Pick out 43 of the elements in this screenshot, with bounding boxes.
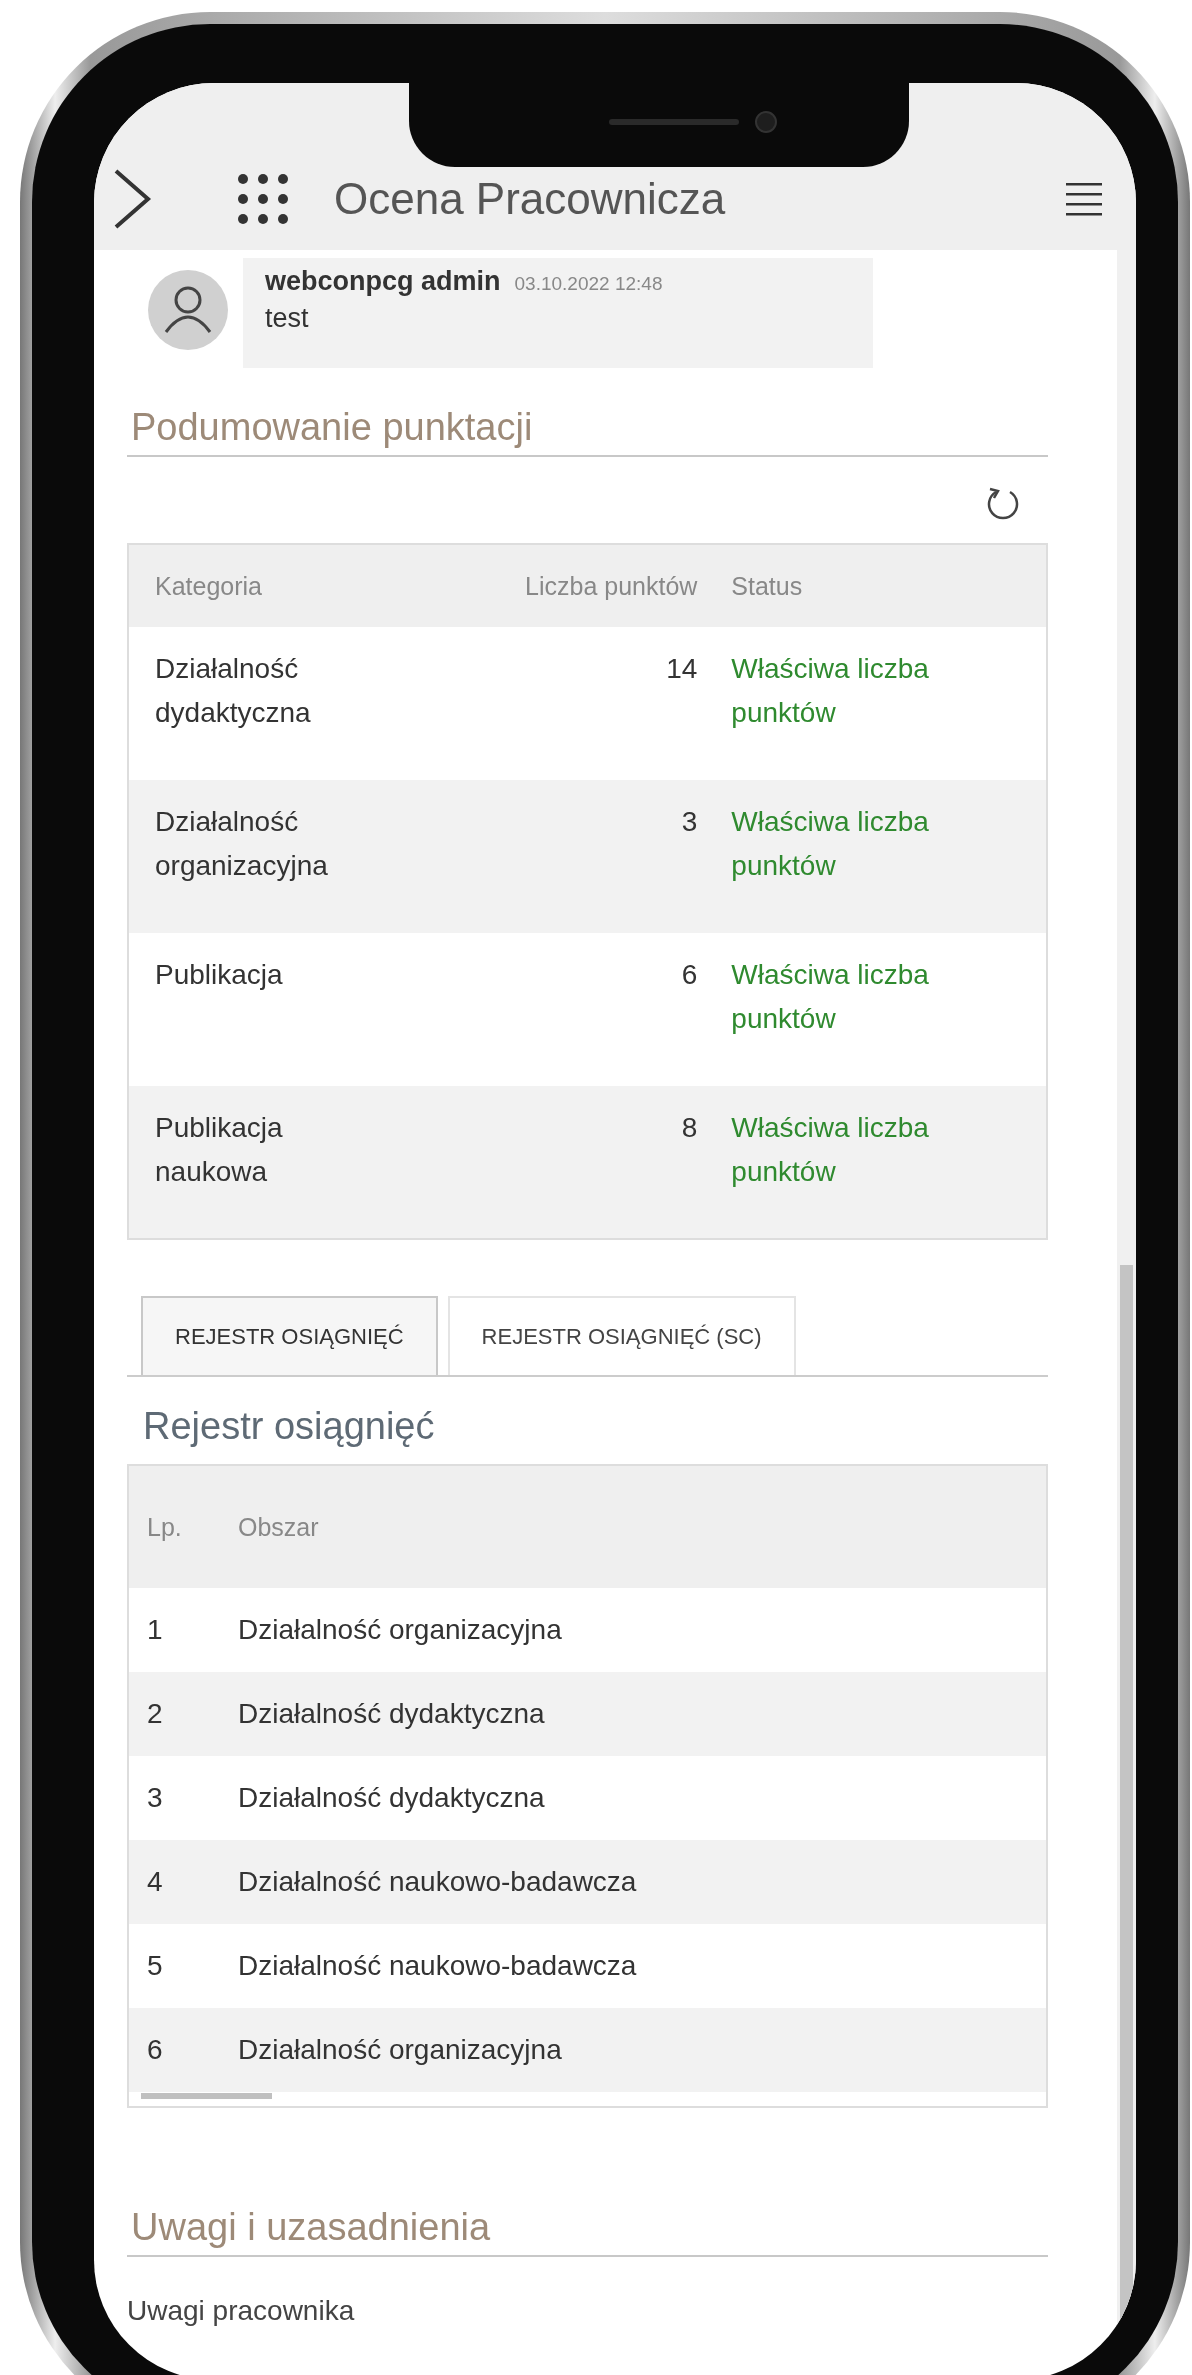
table-cell: 5 [147,1950,163,1981]
table-cell: Działalność naukowo-badawcza [238,1866,637,1897]
column-header: Lp. [147,1512,182,1541]
table-cell: 6 [147,2034,163,2065]
status-text: Właściwa liczba punktów [731,958,930,1036]
tab[interactable]: REJESTR OSIĄGNIĘĆ (SC) [447,1296,796,1375]
column-header: Status [731,571,803,600]
table-cell: 1 [147,1614,163,1645]
field-label: Uwagi pracownika [127,2295,355,2327]
column-header: Obszar [238,1512,319,1541]
status-text: Właściwa liczba punktów [731,652,930,730]
status-text: Właściwa liczba punktów [731,805,930,883]
table-cell: Działalność organizacyjna [238,1614,562,1645]
column-header: Liczba punktów [525,571,698,600]
section-title: Podumowanie punktacji [130,406,533,449]
column-header: Kategoria [155,571,263,601]
table-cell: 3 [681,806,698,837]
comment-text: test [265,303,309,334]
table-cell: Działalność dydaktyczna [238,1698,545,1729]
table-cell: Działalność organizacyjna [238,2034,562,2065]
section-title: Rejestr osiągnięć [143,1405,435,1448]
tab[interactable]: REJESTR OSIĄGNIĘĆ [141,1296,438,1375]
app-title: Ocena Pracownicza [334,174,726,224]
table-cell: 3 [147,1782,163,1813]
table-cell-text: Publikacja naukowa [155,1111,284,1189]
table-cell: Działalność dydaktyczna [238,1782,545,1813]
scrollbar-thumb[interactable] [141,2093,272,2099]
section-title: Uwagi i uzasadnienia [130,2206,491,2249]
avatar-icon [148,270,228,350]
table-cell-text: Działalność dydaktyczna [155,652,312,730]
comment-author: webconpcg admin [265,266,501,297]
table-cell: 8 [681,1112,698,1143]
table-cell-text: Publikacja [155,958,283,992]
table-cell: 4 [147,1866,163,1897]
app-grid-icon[interactable] [238,174,288,224]
chevron-right-icon[interactable] [112,168,152,230]
comment-timestamp: 03.10.2022 12:48 [514,273,663,295]
table-cell: 14 [666,653,698,684]
table-cell-text: Działalność organizacyjna [155,805,329,883]
table-cell: 6 [681,959,698,990]
table-cell: 2 [147,1698,163,1729]
table-cell: Działalność naukowo-badawcza [238,1950,637,1981]
status-text: Właściwa liczba punktów [731,1111,930,1189]
